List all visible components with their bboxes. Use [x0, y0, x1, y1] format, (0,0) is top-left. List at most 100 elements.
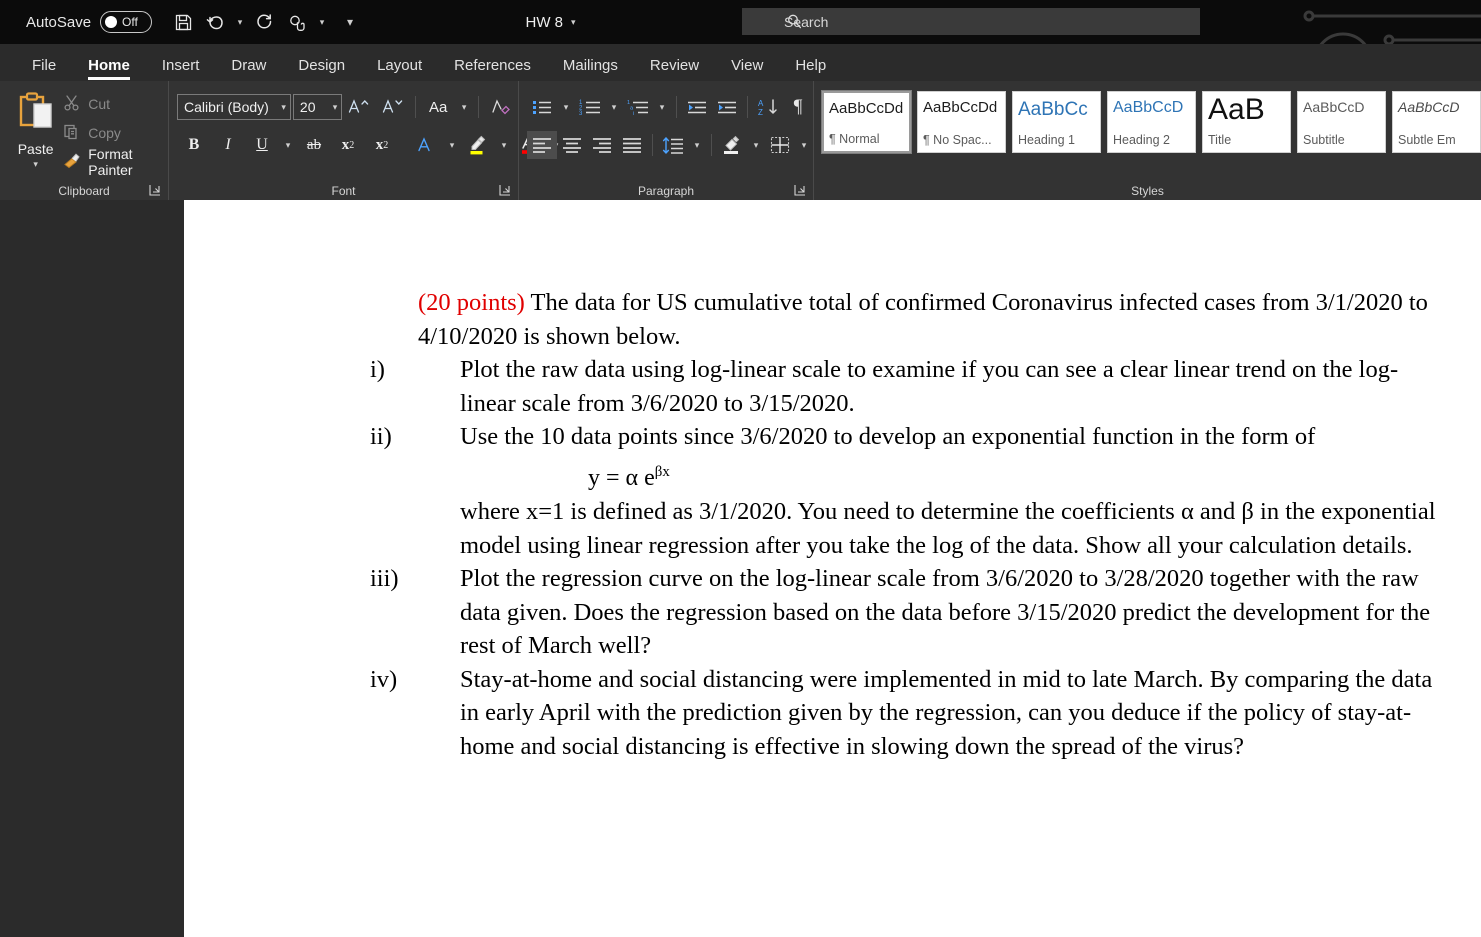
increase-indent-icon[interactable] — [712, 93, 742, 121]
paste-button[interactable]: Paste ▾ — [8, 85, 63, 200]
item-marker: iii) — [370, 565, 399, 592]
style-tile-subtle-emphasis[interactable]: AaBbCcD Subtle Em — [1392, 91, 1481, 153]
chevron-down-icon[interactable]: ▾ — [329, 102, 338, 113]
clear-formatting-icon[interactable] — [484, 93, 518, 121]
tab-help[interactable]: Help — [779, 58, 842, 81]
list-item-ii: ii) Use the 10 data points since 3/6/202… — [370, 420, 1450, 562]
change-case-dropdown-icon[interactable]: ▾ — [455, 93, 473, 121]
line-spacing-dropdown-icon[interactable]: ▾ — [688, 131, 706, 159]
superscript-button[interactable]: x2 — [365, 131, 399, 159]
clipboard-dialog-launcher-icon[interactable] — [148, 183, 162, 197]
bold-button[interactable]: B — [177, 131, 211, 159]
paste-label: Paste — [17, 141, 54, 157]
redo-icon[interactable] — [250, 7, 280, 37]
svg-text:3: 3 — [579, 111, 583, 116]
show-formatting-marks-icon[interactable]: ¶ — [783, 93, 813, 121]
tab-references[interactable]: References — [438, 58, 547, 81]
style-sample: AaBbCcD — [1303, 99, 1365, 115]
align-right-icon[interactable] — [587, 131, 617, 159]
tab-view[interactable]: View — [715, 58, 779, 81]
document-workspace: (20 points) The data for US cumulative t… — [0, 200, 1481, 937]
ribbon-group-clipboard: Paste ▾ Cut Copy Format Painter Clipboar… — [0, 81, 168, 200]
bullets-dropdown-icon[interactable]: ▾ — [557, 93, 575, 121]
change-case-icon[interactable]: Aa — [421, 93, 455, 121]
text-effects-icon[interactable] — [409, 131, 443, 159]
shrink-font-icon[interactable] — [376, 93, 410, 121]
underline-dropdown-icon[interactable]: ▾ — [279, 131, 297, 159]
text-highlight-icon[interactable] — [461, 131, 495, 159]
paragraph-dialog-launcher-icon[interactable] — [793, 183, 807, 197]
underline-button[interactable]: U — [245, 131, 279, 159]
chevron-down-icon[interactable]: ▾ — [277, 102, 286, 113]
decrease-indent-icon[interactable] — [682, 93, 712, 121]
ribbon-group-font: Calibri (Body) ▾ 20 ▾ Aa ▾ B I U ▾ ab x … — [168, 81, 558, 200]
tab-design[interactable]: Design — [282, 58, 361, 81]
document-page[interactable]: (20 points) The data for US cumulative t… — [184, 200, 1481, 937]
equation-exponent: βx — [654, 463, 670, 480]
autosave-control[interactable]: AutoSave Off — [26, 11, 153, 33]
borders-icon[interactable] — [765, 131, 795, 159]
font-dialog-launcher-icon[interactable] — [498, 183, 512, 197]
touch-mode-dropdown-icon[interactable]: ▾ — [314, 7, 330, 37]
strikethrough-button[interactable]: ab — [297, 131, 331, 159]
document-text-area[interactable]: (20 points) The data for US cumulative t… — [370, 286, 1450, 763]
document-title[interactable]: HW 8 — [525, 14, 563, 31]
text-effects-dropdown-icon[interactable]: ▾ — [443, 131, 461, 159]
ribbon-tabs: File Home Insert Draw Design Layout Refe… — [0, 44, 1481, 81]
bullets-icon[interactable] — [527, 93, 557, 121]
style-tile-heading-1[interactable]: AaBbCс Heading 1 — [1012, 91, 1101, 153]
cut-button[interactable]: Cut — [63, 93, 168, 115]
style-tile-no-spacing[interactable]: AaBbCcDd ¶ No Spac... — [917, 91, 1006, 153]
justify-icon[interactable] — [617, 131, 647, 159]
undo-dropdown-icon[interactable]: ▾ — [232, 7, 248, 37]
tab-insert[interactable]: Insert — [146, 58, 216, 81]
align-left-icon[interactable] — [527, 131, 557, 159]
touch-mode-icon[interactable] — [282, 7, 312, 37]
font-size-combo[interactable]: 20 ▾ — [292, 94, 343, 120]
format-painter-button[interactable]: Format Painter — [63, 146, 168, 178]
style-tile-normal[interactable]: AaBbCcDd ¶ Normal — [821, 90, 912, 154]
item-text: Use the 10 data points since 3/6/2020 to… — [460, 423, 1316, 450]
chevron-down-icon[interactable]: ▾ — [571, 17, 576, 28]
style-name: ¶ No Spac... — [923, 133, 992, 147]
autosave-toggle[interactable]: Off — [100, 11, 153, 33]
sort-az-icon[interactable]: A Z — [753, 93, 783, 121]
copy-button[interactable]: Copy — [63, 122, 168, 144]
chevron-down-icon[interactable]: ▾ — [33, 159, 38, 170]
numbering-dropdown-icon[interactable]: ▾ — [605, 93, 623, 121]
multilevel-list-icon[interactable]: 1 a i — [623, 93, 653, 121]
styles-group-label: Styles — [1131, 184, 1164, 198]
subscript-button[interactable]: x2 — [331, 131, 365, 159]
highlight-dropdown-icon[interactable]: ▾ — [495, 131, 513, 159]
style-tile-title[interactable]: AaB Title — [1202, 91, 1291, 153]
numbering-icon[interactable]: 1 2 3 — [575, 93, 605, 121]
style-tile-heading-2[interactable]: AaBbCcD Heading 2 — [1107, 91, 1196, 153]
save-icon[interactable] — [168, 7, 198, 37]
italic-button[interactable]: I — [211, 131, 245, 159]
shading-icon[interactable] — [717, 131, 747, 159]
intro-text: The data for US cumulative total of conf… — [418, 289, 1428, 350]
item-text: Stay-at-home and social distancing were … — [460, 665, 1433, 760]
ribbon-group-paragraph: ▾ 1 2 3 ▾ 1 a i ▾ A Z ¶ ▾ ▾ ▾ Paragraph — [518, 81, 813, 200]
customize-quick-access-toolbar-icon[interactable]: ▾ — [342, 7, 358, 37]
search-box[interactable]: Search — [742, 8, 1200, 35]
tab-file[interactable]: File — [16, 58, 72, 81]
style-tile-subtitle[interactable]: AaBbCcD Subtitle — [1297, 91, 1386, 153]
line-spacing-icon[interactable] — [658, 131, 688, 159]
font-size-value: 20 — [299, 99, 316, 115]
shading-dropdown-icon[interactable]: ▾ — [747, 131, 765, 159]
grow-font-icon[interactable] — [342, 93, 376, 121]
tab-draw[interactable]: Draw — [215, 58, 282, 81]
tab-layout[interactable]: Layout — [361, 58, 438, 81]
font-family-combo[interactable]: Calibri (Body) ▾ — [177, 94, 291, 120]
item-text: Plot the regression curve on the log-lin… — [460, 565, 1431, 659]
tab-mailings[interactable]: Mailings — [547, 58, 634, 81]
tab-review[interactable]: Review — [634, 58, 715, 81]
autosave-label: AutoSave — [26, 13, 92, 31]
borders-dropdown-icon[interactable]: ▾ — [795, 131, 813, 159]
screen-capture-overlay-graphic — [1303, 10, 1481, 44]
tab-home[interactable]: Home — [72, 58, 146, 81]
align-center-icon[interactable] — [557, 131, 587, 159]
undo-icon[interactable] — [200, 7, 230, 37]
multilevel-list-dropdown-icon[interactable]: ▾ — [653, 93, 671, 121]
